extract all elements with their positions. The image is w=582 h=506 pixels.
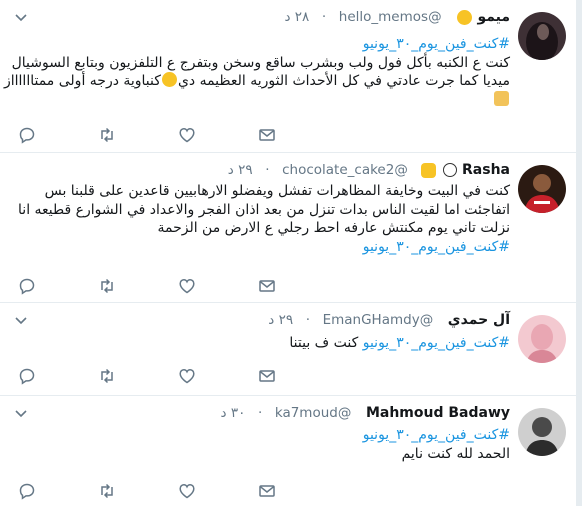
timestamp[interactable]: ٢٩ د (228, 162, 253, 178)
tweet[interactable]: Mahmoud Badawy @ka7moud · ٣٠ د #كنت_فين_… (0, 396, 576, 506)
chevron-down-icon[interactable] (14, 315, 28, 325)
tweet[interactable]: Rasha @chocolate_cake2 · ٢٩ د كنت في الب… (0, 153, 576, 303)
separator: · (257, 405, 263, 421)
tweet-actions (18, 367, 498, 385)
tweet-text: #كنت_فين_يوم_٣٠_يونيو الحمد لله كنت نايم (10, 426, 510, 463)
tweet-line: اتفاجئت اما لقيت الناس بدات تنزل من بعد … (18, 201, 510, 218)
avatar-pink-portrait-icon (518, 315, 566, 363)
display-name[interactable]: آل حمدي (448, 312, 510, 328)
tweet-line: كنت في البيت وخايفة المظاهرات تفشل ويفضل… (44, 183, 510, 199)
sunglasses-face-emoji-icon (161, 72, 177, 87)
display-name[interactable]: Mahmoud Badawy (366, 405, 510, 421)
avatar[interactable] (518, 12, 566, 60)
tweet-text: #كنت_فين_يوم_٣٠_يونيو كنت ف بيتنا (10, 334, 510, 353)
avatar[interactable] (518, 408, 566, 456)
separator: · (305, 312, 310, 328)
tweet-line: نزلت تاني يوم مكنتش عارفه احط رجلي ع الا… (157, 220, 510, 236)
timestamp[interactable]: ٣٠ د (221, 405, 246, 421)
tweet[interactable]: آل حمدي @EmanGHamdy · ٢٩ د #كنت_فين_يوم_… (0, 303, 576, 396)
timeline-feed: ميمو @hello_memos · ٢٨ د #كنت_فين_يوم_٣٠… (0, 0, 577, 506)
retweet-icon[interactable] (98, 482, 116, 500)
tweet-line: ميديا كما جرت عادتي في كل الأحداث الثوري… (4, 72, 510, 91)
avatar[interactable] (518, 165, 566, 213)
tweet-line: الحمد لله كنت نايم (401, 445, 510, 462)
direct-message-icon[interactable] (258, 126, 276, 144)
handle[interactable]: @hello_memos (339, 9, 442, 25)
handle[interactable]: @ka7moud (275, 405, 351, 421)
tweet-line: #كنت_فين_يوم_٣٠_يونيو كنت ف بيتنا (10, 334, 510, 353)
like-icon[interactable] (178, 482, 196, 500)
hashtag-link[interactable]: #كنت_فين_يوم_٣٠_يونيو (10, 238, 510, 257)
handle[interactable]: @chocolate_cake2 (282, 162, 408, 178)
tweet-line: كنت ع الكنبه بأكل فول ولب وبشرب ساقع وسخ… (11, 54, 510, 71)
flexed-biceps-emoji-icon (421, 162, 437, 178)
tweet-actions (18, 277, 498, 295)
tweet-actions (18, 126, 498, 144)
hashtag-link[interactable]: #كنت_فين_يوم_٣٠_يونيو (363, 335, 510, 351)
tweet-header: Rasha @chocolate_cake2 · ٢٩ د (228, 162, 510, 182)
separator: · (265, 162, 270, 178)
tweet-header: Mahmoud Badawy @ka7moud · ٣٠ د (221, 405, 510, 425)
reply-icon[interactable] (18, 367, 36, 385)
avatar[interactable] (518, 315, 566, 363)
tweet-line-text: ميديا كما جرت عادتي في كل الأحداث الثوري… (177, 73, 510, 89)
tweet-text: #كنت_فين_يوم_٣٠_يونيو كنت ع الكنبه بأكل … (4, 35, 510, 110)
like-icon[interactable] (178, 367, 196, 385)
chevron-down-icon[interactable] (14, 408, 28, 418)
like-icon[interactable] (178, 126, 196, 144)
victory-hand-emoji-icon (494, 90, 509, 106)
avatar-hijab-silhouette-icon (518, 12, 566, 60)
separator: · (321, 9, 327, 25)
retweet-icon[interactable] (98, 126, 116, 144)
reply-icon[interactable] (18, 482, 36, 500)
tweet-line-text: كنت ف بيتنا (289, 335, 359, 351)
like-icon[interactable] (178, 277, 196, 295)
avatar-red-jersey-icon (518, 165, 566, 213)
display-name[interactable]: Rasha (462, 162, 510, 178)
retweet-icon[interactable] (98, 277, 116, 295)
hashtag-link[interactable]: #كنت_فين_يوم_٣٠_يونيو (10, 426, 510, 445)
tweet-line-text: كنباوية درجه أولى ممتااااااز (4, 73, 161, 89)
tweet[interactable]: ميمو @hello_memos · ٢٨ د #كنت_فين_يوم_٣٠… (0, 0, 576, 153)
tweet-header: آل حمدي @EmanGHamdy · ٢٩ د (268, 312, 510, 332)
timestamp[interactable]: ٢٨ د (284, 9, 309, 25)
tweet-actions (18, 482, 498, 500)
tweet-line (10, 90, 510, 110)
retweet-icon[interactable] (98, 367, 116, 385)
timestamp[interactable]: ٢٩ د (268, 312, 293, 328)
flushed-face-emoji-icon (457, 9, 473, 25)
reply-icon[interactable] (18, 126, 36, 144)
hashtag-link[interactable]: #كنت_فين_يوم_٣٠_يونيو (10, 35, 510, 54)
tweet-header: ميمو @hello_memos · ٢٨ د (284, 9, 510, 29)
direct-message-icon[interactable] (258, 367, 276, 385)
reply-icon[interactable] (18, 277, 36, 295)
soccer-ball-emoji-icon (442, 163, 457, 177)
handle[interactable]: @EmanGHamdy (323, 312, 434, 328)
tweet-text: كنت في البيت وخايفة المظاهرات تفشل ويفضل… (10, 182, 510, 256)
direct-message-icon[interactable] (258, 277, 276, 295)
avatar-grayscale-man-icon (518, 408, 566, 456)
direct-message-icon[interactable] (258, 482, 276, 500)
display-name[interactable]: ميمو (477, 9, 510, 25)
chevron-down-icon[interactable] (14, 12, 28, 22)
